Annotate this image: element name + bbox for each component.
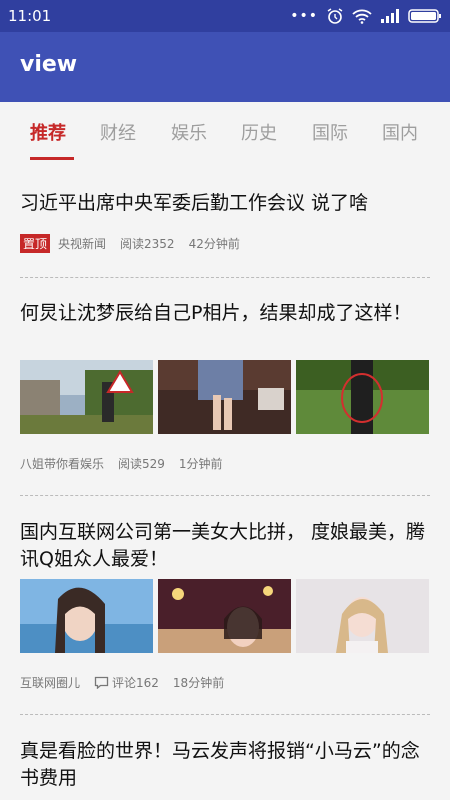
- article-source: 央视新闻: [58, 237, 107, 251]
- status-time: 11:01: [8, 7, 52, 25]
- status-bar: 11:01 •••: [0, 0, 450, 32]
- divider: [20, 495, 430, 496]
- article-title[interactable]: 真是看脸的世界！马云发声将报销“小马云”的念书费用: [20, 738, 430, 792]
- tab-finance[interactable]: 财经: [100, 119, 136, 145]
- thumbnail-image: [296, 579, 429, 653]
- divider: [20, 277, 430, 278]
- thumbnail-image: [296, 360, 429, 434]
- tab-entertainment[interactable]: 娱乐: [171, 119, 207, 145]
- article-comment-count: 评论162: [112, 676, 159, 690]
- thumbnail-image: [158, 579, 291, 653]
- more-dots-icon: •••: [290, 8, 318, 24]
- article-meta: 八姐带你看娱乐 阅读529 1分钟前: [20, 455, 237, 472]
- article-thumbnails: [20, 360, 429, 434]
- article-read-count: 阅读2352: [120, 237, 175, 251]
- tab-history[interactable]: 历史: [241, 119, 277, 145]
- article-source: 八姐带你看娱乐: [20, 457, 105, 471]
- article-time: 18分钟前: [172, 676, 225, 690]
- article-time: 42分钟前: [188, 237, 240, 251]
- thumbnail-image: [20, 579, 153, 653]
- app-bar: view: [0, 32, 450, 102]
- tab-domestic[interactable]: 国内: [382, 119, 418, 145]
- article-meta: 互联网圈儿 评论162 18分钟前: [20, 674, 238, 691]
- article-title[interactable]: 何炅让沈梦辰给自己P相片，结果却成了这样！: [20, 300, 430, 327]
- pinned-badge: 置顶: [20, 234, 51, 253]
- active-tab-indicator: [30, 157, 74, 160]
- alarm-icon: [327, 8, 343, 24]
- signal-icon: [381, 9, 399, 23]
- thumbnail-image: [20, 360, 153, 434]
- tab-international[interactable]: 国际: [312, 119, 348, 145]
- article-read-count: 阅读529: [118, 457, 165, 471]
- article-title[interactable]: 习近平出席中央军委后勤工作会议 说了啥: [20, 190, 430, 217]
- article-thumbnails: [20, 579, 429, 653]
- battery-icon: [408, 9, 441, 23]
- thumbnail-image: [158, 360, 291, 434]
- comment-icon: [94, 676, 109, 689]
- article-meta: 置顶 央视新闻 阅读2352 42分钟前: [20, 234, 254, 253]
- article-time: 1分钟前: [178, 457, 223, 471]
- divider: [20, 714, 430, 715]
- article-title[interactable]: 国内互联网公司第一美女大比拼， 度娘最美，腾讯Q姐众人最爱！: [20, 519, 430, 573]
- status-icons: •••: [290, 7, 442, 25]
- article-source: 互联网圈儿: [20, 676, 81, 690]
- tab-recommended[interactable]: 推荐: [30, 119, 66, 145]
- app-title: view: [20, 52, 78, 77]
- wifi-icon: [352, 9, 372, 24]
- category-tabs: 推荐 财经 娱乐 历史 国际 国内: [0, 102, 450, 162]
